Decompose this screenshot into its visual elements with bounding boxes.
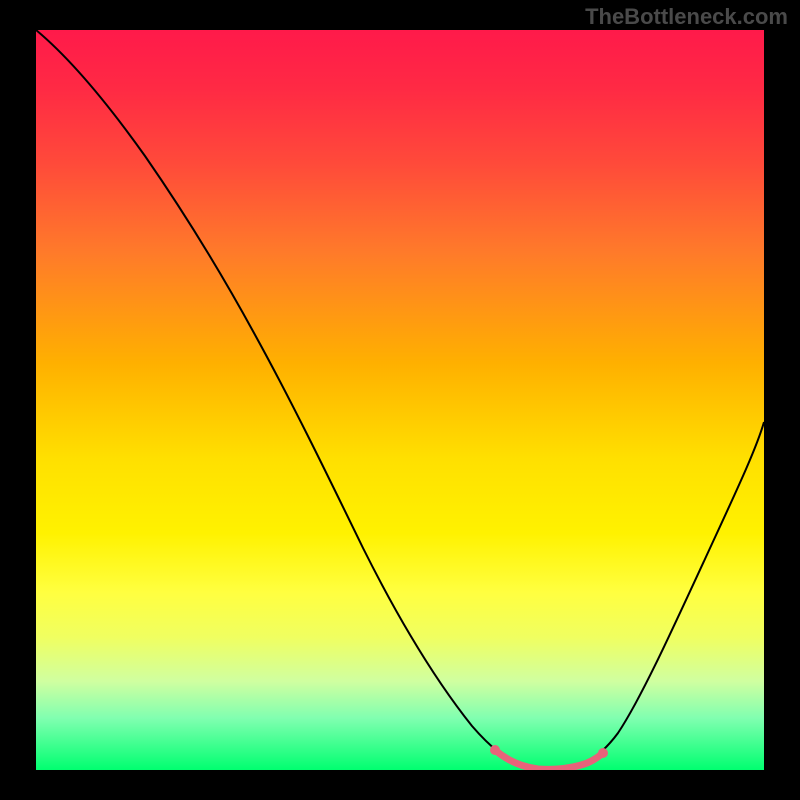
watermark-text: TheBottleneck.com <box>585 4 788 30</box>
highlight-segment <box>495 750 603 769</box>
chart-svg <box>36 30 764 770</box>
bottleneck-curve <box>36 30 764 769</box>
plot-area <box>36 30 764 770</box>
highlight-end-dot <box>598 748 608 758</box>
